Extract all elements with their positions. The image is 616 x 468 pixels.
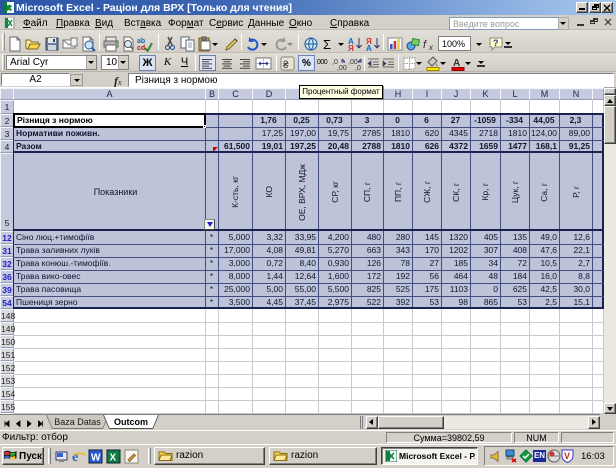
svg-text:f: f (423, 39, 427, 51)
svg-text:W: W (91, 453, 101, 464)
svg-text:?: ? (493, 38, 499, 48)
svg-text:e: e (72, 450, 78, 464)
svg-text:,00: ,00 (337, 65, 347, 72)
svg-text:ab: ab (137, 38, 145, 45)
svg-text:Σ: Σ (323, 37, 331, 52)
svg-text:А: А (366, 44, 372, 52)
svg-text:x: x (428, 43, 434, 52)
svg-text:₴: ₴ (283, 60, 289, 71)
svg-text:Я: Я (348, 44, 354, 52)
svg-text:,0: ,0 (355, 65, 361, 72)
svg-text:cd: cd (137, 45, 145, 52)
svg-text:V: V (564, 451, 570, 461)
svg-text:X: X (110, 453, 117, 464)
